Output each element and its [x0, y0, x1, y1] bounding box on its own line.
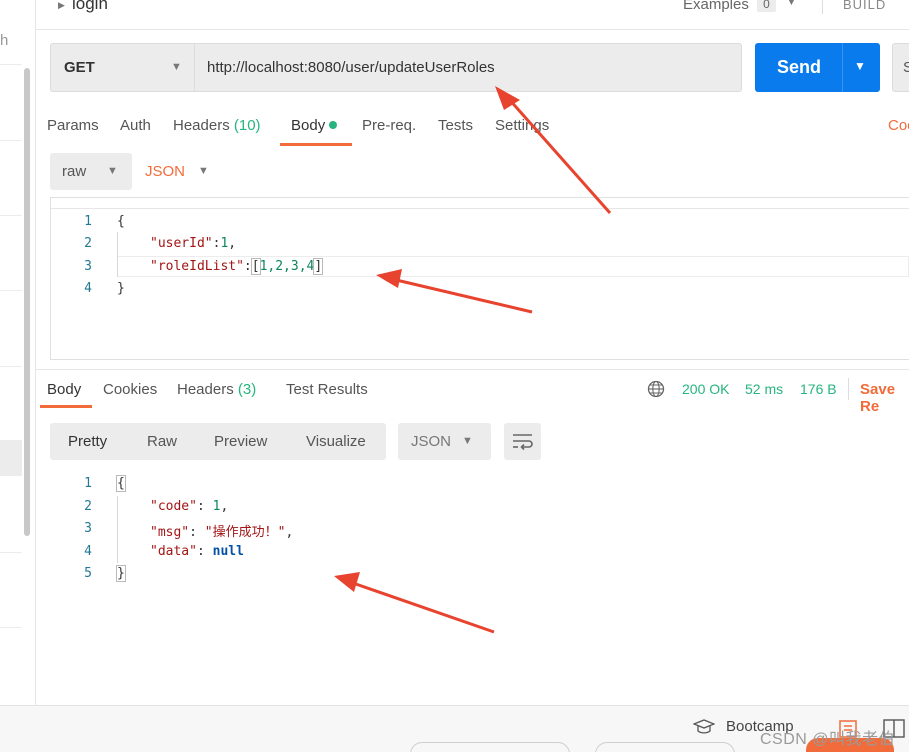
chevron-down-icon[interactable]: ▼ — [854, 59, 866, 73]
line-number: 4 — [84, 281, 92, 296]
tab-tests[interactable]: Tests — [438, 117, 473, 134]
wrap-lines-button[interactable] — [504, 423, 541, 460]
tab-response-headers[interactable]: Headers (3) — [177, 381, 256, 398]
tab-response-body[interactable]: Body — [47, 381, 81, 398]
code-line: "roleIdList":[1,2,3,4] — [150, 258, 324, 275]
response-format-select[interactable]: JSON ▼ — [398, 423, 491, 460]
indent-guide — [117, 496, 118, 563]
tab-response-cookies[interactable]: Cookies — [103, 381, 157, 398]
code-line: } — [117, 281, 125, 296]
method-select[interactable]: GET ▼ — [50, 43, 194, 92]
view-mode-selector: Pretty Raw Preview Visualize — [50, 423, 386, 460]
tab-auth[interactable]: Auth — [120, 117, 151, 134]
code-line: "code": 1, — [150, 499, 229, 514]
code-line: } — [116, 565, 126, 582]
line-number: 5 — [84, 566, 92, 581]
tab-test-results[interactable]: Test Results — [286, 381, 368, 398]
tab-headers[interactable]: Headers (10) — [173, 117, 261, 134]
sidebar-row[interactable] — [0, 64, 22, 65]
chevron-down-icon[interactable]: ▼ — [786, 0, 797, 8]
cookies-link[interactable]: Coo — [888, 117, 909, 134]
send-divider — [842, 43, 843, 92]
status-code[interactable]: 200 OK — [682, 381, 729, 397]
code-line: { — [116, 475, 126, 492]
line-number: 4 — [84, 544, 92, 559]
line-number: 2 — [84, 499, 92, 514]
code-line: "msg": "操作成功！", — [150, 525, 294, 540]
expand-triangle-icon[interactable]: ▶ — [58, 0, 65, 11]
response-headers-count: (3) — [237, 381, 257, 398]
code-line: { — [117, 214, 125, 229]
chevron-down-icon: ▼ — [107, 165, 118, 177]
request-name[interactable]: login — [72, 0, 108, 14]
save-button[interactable]: S — [892, 43, 909, 92]
body-mode-select[interactable]: raw ▼ — [50, 153, 132, 190]
line-number: 1 — [84, 476, 92, 491]
examples-count-badge: 0 — [757, 0, 776, 12]
status-bar: Bootcamp CSDN @叫我老伯 — [0, 705, 909, 752]
active-tab-underline — [280, 143, 352, 146]
line-number: 1 — [84, 214, 92, 229]
sidebar-row[interactable] — [0, 552, 22, 553]
active-tab-underline — [40, 405, 92, 408]
request-body-editor[interactable] — [50, 197, 909, 360]
response-size[interactable]: 176 B — [800, 381, 837, 397]
sidebar-row[interactable] — [0, 290, 22, 291]
url-value: http://localhost:8080/user/updateUserRol… — [207, 59, 495, 76]
arrow-to-url — [495, 86, 612, 214]
request-tab-bar: ▶ login Examples 0 ▼ BUILD — [36, 0, 909, 30]
send-button[interactable]: Send ▼ — [755, 43, 880, 92]
chevron-down-icon[interactable]: ▼ — [198, 165, 209, 177]
sidebar-cut-text: h — [0, 32, 9, 49]
response-divider[interactable] — [36, 369, 909, 370]
sidebar-row[interactable] — [0, 627, 22, 628]
send-label: Send — [777, 57, 822, 77]
code-line: "userId":1, — [150, 236, 237, 251]
watermark: CSDN @叫我老伯 — [760, 731, 896, 748]
tab-params[interactable]: Params — [47, 117, 99, 134]
graduation-cap-icon[interactable] — [693, 718, 715, 736]
headers-count: (10) — [233, 117, 261, 134]
globe-icon[interactable] — [647, 380, 665, 398]
view-pretty[interactable]: Pretty — [68, 433, 107, 450]
tab-body[interactable]: Body — [291, 117, 338, 134]
sidebar-row[interactable] — [0, 215, 22, 216]
sidebar-row[interactable] — [0, 366, 22, 367]
annotation-arrows — [334, 86, 612, 634]
status-divider — [848, 378, 849, 400]
body-format-select[interactable]: JSON — [145, 163, 185, 180]
method-value: GET — [64, 59, 95, 76]
build-button[interactable]: BUILD — [843, 0, 886, 12]
code-line: "data": null — [150, 544, 244, 559]
chevron-down-icon: ▼ — [462, 435, 473, 447]
topbar-divider — [822, 0, 823, 14]
sidebar-selected-row[interactable] — [0, 440, 22, 476]
indent-guide — [117, 232, 118, 277]
response-format-value: JSON — [411, 433, 452, 450]
url-input[interactable]: http://localhost:8080/user/updateUserRol… — [194, 43, 742, 92]
response-time[interactable]: 52 ms — [745, 381, 783, 397]
line-number: 3 — [84, 521, 92, 536]
view-preview[interactable]: Preview — [214, 433, 267, 450]
save-response-button[interactable]: Save Re — [860, 381, 909, 415]
body-indicator-dot — [329, 121, 338, 129]
view-raw[interactable]: Raw — [147, 433, 177, 450]
line-number: 2 — [84, 236, 92, 251]
collections-sidebar: h — [0, 0, 36, 705]
chevron-down-icon: ▼ — [171, 61, 182, 73]
sidebar-scrollbar[interactable] — [24, 68, 30, 536]
examples-label[interactable]: Examples — [683, 0, 749, 13]
save-label: S — [903, 59, 909, 76]
tab-pre-request[interactable]: Pre-req. — [362, 117, 416, 134]
line-number: 3 — [84, 259, 92, 274]
arrow-to-response-body — [334, 572, 495, 634]
body-mode-value: raw — [62, 163, 87, 180]
wrap-lines-icon — [513, 434, 533, 451]
view-visualize[interactable]: Visualize — [306, 433, 366, 450]
tab-settings[interactable]: Settings — [495, 117, 549, 134]
sidebar-row[interactable] — [0, 140, 22, 141]
